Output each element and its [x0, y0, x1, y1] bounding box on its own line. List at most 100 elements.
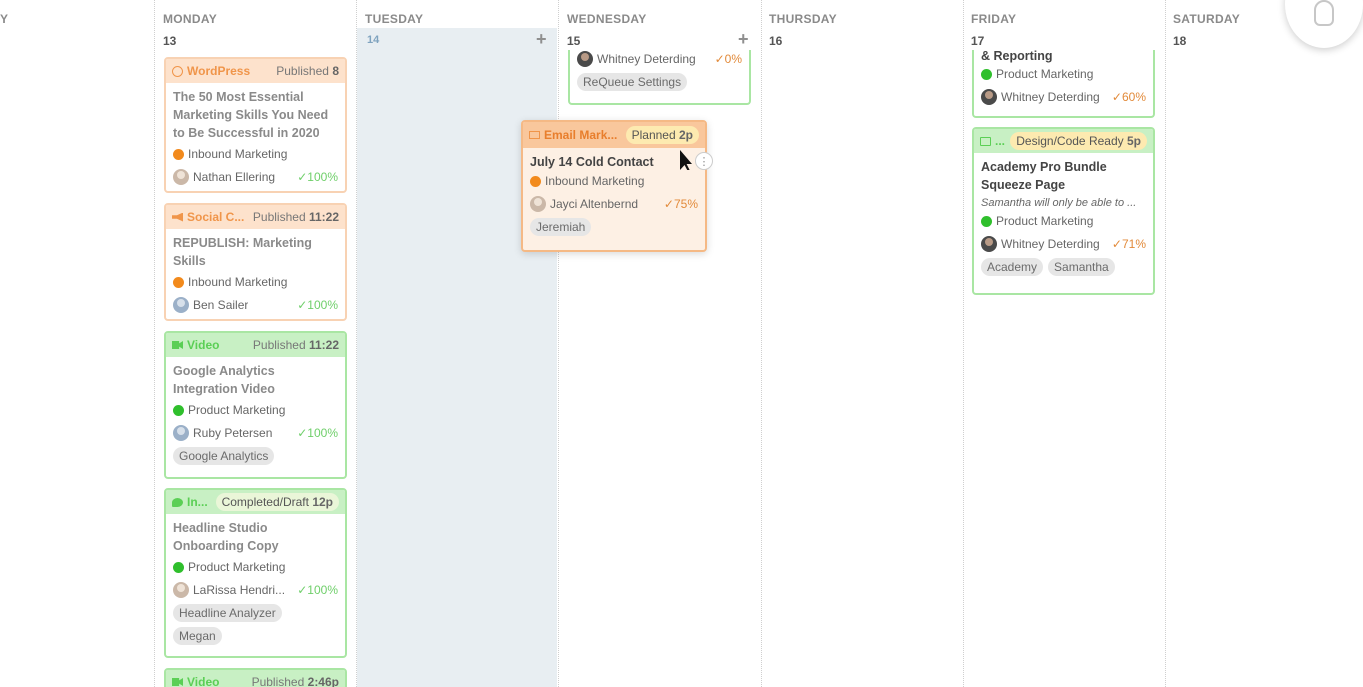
team-color-dot [173, 148, 184, 160]
card-title[interactable]: The 50 Most Essential Marketing Skills Y… [173, 88, 338, 142]
avatar [981, 236, 997, 252]
avatar [173, 297, 189, 313]
column-separator [356, 0, 357, 687]
column-separator [1165, 0, 1166, 687]
card-progress: ✓100% [297, 426, 338, 440]
team-color-dot [173, 276, 184, 288]
team-color-dot [981, 215, 992, 227]
card-tag[interactable]: Headline Analyzer [173, 604, 282, 622]
card-status: Published 2:46p [251, 675, 339, 687]
team-color-dot [981, 68, 992, 80]
card-progress: ✓100% [297, 298, 338, 312]
video-icon [172, 678, 183, 686]
card-team: Product Marketing [188, 403, 286, 417]
wordpress-icon [172, 65, 183, 77]
chat-icon [172, 497, 183, 507]
card-person: Jayci Altenbernd [550, 197, 639, 211]
card-title[interactable]: July 14 Cold Contact [530, 153, 698, 171]
card-header: In... Completed/Draft 12p [166, 490, 345, 514]
card-person: LaRissa Hendri... [193, 583, 286, 597]
avatar [577, 51, 593, 67]
card-person: Nathan Ellering [193, 170, 276, 184]
card-team: Inbound Marketing [188, 147, 288, 161]
card-header: Video Published 2:46p [166, 670, 345, 687]
avatar [173, 425, 189, 441]
calendar-card[interactable]: WordPress Published 8 The 50 Most Essent… [164, 57, 347, 193]
calendar-card[interactable]: & Reporting Product Marketing Whitney De… [972, 38, 1155, 118]
card-type: Email Mark... [544, 128, 618, 142]
card-progress: ✓75% [663, 197, 698, 211]
card-tag[interactable]: Jeremiah [530, 218, 592, 236]
avatar [173, 582, 189, 598]
team-color-dot [173, 404, 184, 416]
column-separator [154, 0, 155, 687]
card-type: ... [995, 134, 1006, 148]
day-number-saturday: 18 [1173, 34, 1187, 48]
card-team: Product Marketing [996, 67, 1094, 81]
card-type: Social C... [187, 210, 245, 224]
card-status: Published 11:22 [252, 338, 339, 352]
card-type: Video [187, 675, 220, 687]
day-header-sunday: Y [0, 12, 9, 26]
card-header: Social C... Published 11:22 [166, 205, 345, 229]
calendar-card[interactable]: Video Published 11:22 Google Analytics I… [164, 331, 347, 479]
card-progress: ✓100% [297, 170, 338, 184]
day-number-tuesday: 14 [367, 34, 380, 46]
monitor-icon [980, 136, 991, 146]
lightbulb-help-button[interactable] [1285, 0, 1363, 48]
card-title[interactable]: Academy Pro Bundle Squeeze Page [981, 158, 1146, 194]
day-number-thursday: 16 [769, 34, 783, 48]
add-item-wednesday-overlay-button[interactable]: + [738, 30, 749, 48]
card-title[interactable]: & Reporting [981, 48, 1146, 64]
add-item-tuesday-button[interactable]: + [536, 30, 547, 48]
card-title[interactable]: REPUBLISH: Marketing Skills [173, 234, 338, 270]
card-person: Ruby Petersen [193, 426, 273, 440]
card-title[interactable]: Google Analytics Integration Video [173, 362, 338, 398]
card-person: Whitney Deterding [597, 52, 696, 66]
card-header: ... Design/Code Ready 5p [974, 129, 1153, 153]
card-person: Ben Sailer [193, 298, 249, 312]
day-header-wednesday: WEDNESDAY [567, 12, 647, 26]
email-icon [529, 131, 540, 139]
calendar-card[interactable]: Social C... Published 11:22 REPUBLISH: M… [164, 203, 347, 321]
day-number-monday: 13 [163, 34, 177, 48]
card-title[interactable]: Headline Studio Onboarding Copy [173, 519, 338, 555]
day-header-thursday: THURSDAY [769, 12, 837, 26]
dragged-calendar-card[interactable]: Email Mark... Planned 2p July 14 Cold Co… [521, 120, 707, 252]
day-header-monday: MONDAY [163, 12, 218, 26]
header-mask [972, 28, 1155, 50]
calendar-card[interactable]: ... Design/Code Ready 5p Academy Pro Bun… [972, 127, 1155, 295]
card-header: WordPress Published 8 [166, 59, 345, 83]
day-header-saturday: SATURDAY [1173, 12, 1241, 26]
card-tag[interactable]: Academy [981, 258, 1044, 276]
video-icon [172, 341, 183, 349]
card-team: Product Marketing [996, 214, 1094, 228]
day-number-friday-overlay: 17 [971, 34, 985, 48]
lightbulb-icon [1314, 0, 1334, 26]
day-header-tuesday: TUESDAY [365, 12, 424, 26]
card-tag[interactable]: Samantha [1048, 258, 1115, 276]
card-team: Inbound Marketing [545, 174, 645, 188]
card-header: Video Published 11:22 [166, 333, 345, 357]
card-team: Product Marketing [188, 560, 286, 574]
header-mask [568, 28, 751, 50]
calendar-card[interactable]: Video Published 2:46p [164, 668, 347, 687]
card-person: Whitney Deterding [1001, 237, 1100, 251]
calendar-card[interactable]: In... Completed/Draft 12p Headline Studi… [164, 488, 347, 658]
card-person: Whitney Deterding [1001, 90, 1100, 104]
card-tag[interactable]: Google Analytics [173, 447, 275, 465]
card-status: Design/Code Ready 5p [1010, 132, 1147, 150]
column-separator [761, 0, 762, 687]
card-tag[interactable]: Megan [173, 627, 222, 645]
card-note: Samantha will only be able to ... [981, 197, 1137, 209]
column-separator [558, 0, 559, 687]
card-tag[interactable]: ReQueue Settings [577, 73, 688, 91]
card-type: WordPress [187, 64, 251, 78]
team-color-dot [173, 561, 184, 573]
more-options-icon[interactable]: ⋮ [695, 152, 713, 170]
team-color-dot [530, 175, 541, 187]
card-status: Completed/Draft 12p [215, 493, 339, 511]
card-progress: ✓100% [297, 583, 338, 597]
card-progress: ✓60% [1111, 90, 1146, 104]
megaphone-icon [172, 212, 183, 222]
